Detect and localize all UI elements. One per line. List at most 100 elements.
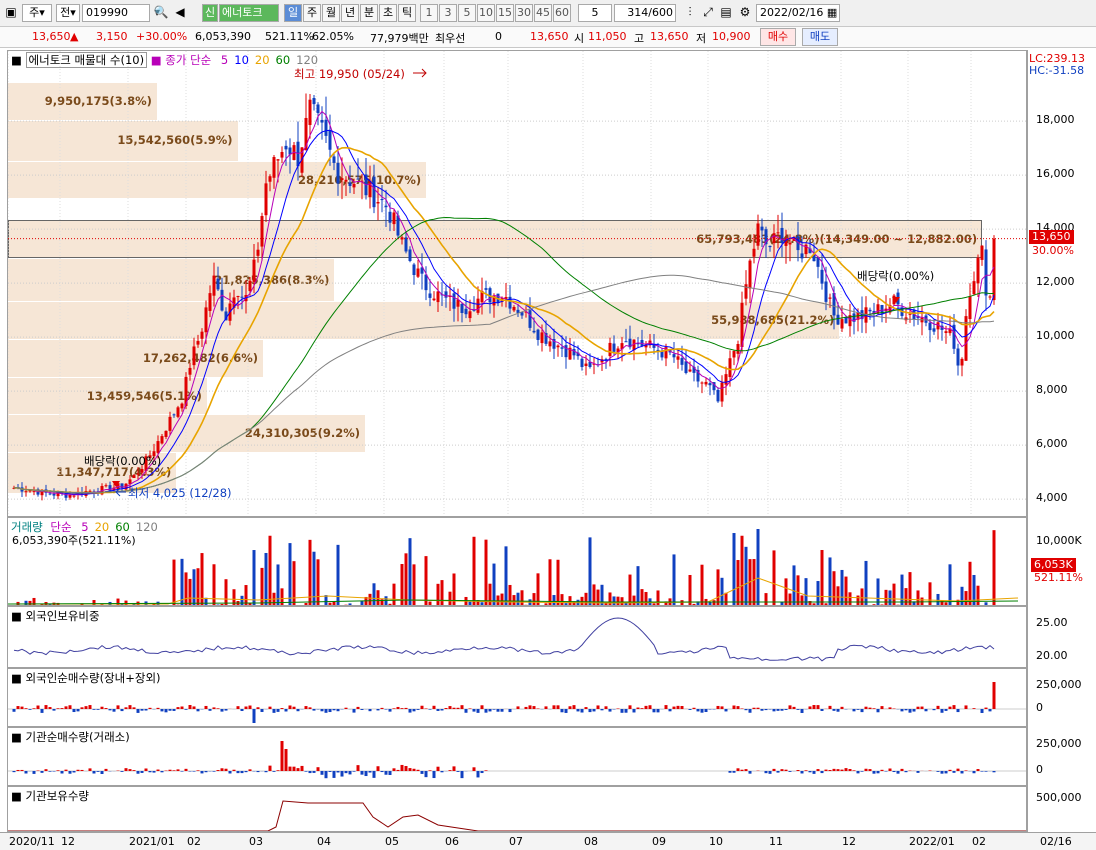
period-tab-0[interactable]: 일 <box>284 4 302 22</box>
foreign-net-bar <box>908 709 912 713</box>
volume-bar <box>672 554 676 605</box>
volume-tick-0: 10,000K <box>1036 534 1082 547</box>
minute-tab-0[interactable]: 1 <box>420 4 438 22</box>
volume-pane[interactable]: 거래량 단순 5 20 60 120 6,053,390주(521.11%) <box>7 517 1027 606</box>
period-tab-2[interactable]: 월 <box>322 4 340 22</box>
period-tab-5[interactable]: 초 <box>379 4 397 22</box>
inst-net-bar <box>300 765 304 771</box>
period-tab-4[interactable]: 분 <box>360 4 378 22</box>
price-tick-5: 8,000 <box>1036 383 1068 397</box>
candle-body <box>284 145 288 150</box>
foreign-net-bar <box>640 708 644 709</box>
unit-select[interactable]: 5 <box>578 4 612 22</box>
foreign-net-bar <box>888 707 892 709</box>
candle-body <box>932 328 936 332</box>
price-pane[interactable]: 9,950,175(3.8%) 15,542,560(5.9%) 28,210,57… <box>7 50 1027 517</box>
volume-bar <box>288 543 292 605</box>
foreign-net-bar <box>532 706 536 709</box>
foreign-net-pane[interactable]: ■ 외국인순매수량(장내+장외) <box>7 668 1027 727</box>
candle-body <box>200 331 204 339</box>
foreign-net-bar <box>948 706 952 709</box>
inst-net-bar <box>196 770 200 771</box>
inst-net-pane[interactable]: ■ 기관순매수량(거래소) <box>7 727 1027 786</box>
candle-body <box>272 157 276 178</box>
minute-tab-2[interactable]: 5 <box>458 4 476 22</box>
x-axis: 2020/11 12 2021/01 02 03 04 05 06 07 08 09 10 11 12 20… <box>0 832 1096 850</box>
candle-body <box>156 441 160 453</box>
inst-net-bar <box>788 771 792 772</box>
candle-body <box>332 156 336 163</box>
period-select[interactable]: 주▾ <box>22 4 52 22</box>
trend-line-icon[interactable]: ⤢ <box>700 4 716 22</box>
toolbar: ▣ 주▾ 전▾ 019990 ▾ 🔍 ◀ 신 에너토크 일주월년분초틱 1351… <box>0 0 1096 27</box>
inst-net-bar <box>780 769 784 771</box>
price-chart[interactable]: 최고 19,950 (05/24) 최저 4,025 (12/28) 배당락(0.0… <box>8 51 1027 517</box>
period-tab-6[interactable]: 틱 <box>398 4 416 22</box>
period-tab-1[interactable]: 주 <box>303 4 321 22</box>
candle-body <box>192 346 196 366</box>
minute-tab-5[interactable]: 30 <box>515 4 533 22</box>
code-input[interactable]: 019990 <box>82 4 150 22</box>
sell-button[interactable]: 매도 <box>802 28 838 46</box>
foreign-net-bar <box>588 709 592 713</box>
foreign-net-bar <box>476 709 480 713</box>
candle-body <box>780 227 784 244</box>
window-icon[interactable]: ▣ <box>3 4 19 22</box>
minute-tab-1[interactable]: 3 <box>439 4 457 22</box>
count-input[interactable]: 314/600 <box>614 4 676 22</box>
volume-bar <box>616 596 620 605</box>
volume-bar <box>636 566 640 605</box>
inst-hold-title: 기관보유수량 <box>25 789 90 803</box>
volume-bar <box>436 583 440 605</box>
speaker-icon[interactable]: ◀ <box>172 4 188 22</box>
gear-icon[interactable]: ⚙ <box>737 4 753 22</box>
foreign-net-bar <box>124 707 128 709</box>
volume-bar <box>424 556 428 605</box>
market-select[interactable]: 전▾ <box>56 4 80 22</box>
candle-body <box>684 361 688 373</box>
foreign-net-bar <box>44 705 48 709</box>
foreign-ratio-chart[interactable] <box>8 607 1027 668</box>
inst-hold-pane[interactable]: ■ 기관보유수량 <box>7 786 1027 832</box>
foreign-ratio-line <box>13 617 995 662</box>
inst-net-chart[interactable] <box>8 728 1027 786</box>
foreign-net-tick-0: 250,000 <box>1036 678 1082 691</box>
date-input[interactable]: 2022/02/16 ▦ <box>756 4 840 22</box>
minute-tab-3[interactable]: 10 <box>477 4 495 22</box>
save-icon[interactable]: ▤ <box>718 4 734 22</box>
period-tab-3[interactable]: 년 <box>341 4 359 22</box>
x-label-15: 02 <box>972 835 986 848</box>
inst-net-bar <box>176 769 180 771</box>
foreign-net-bar <box>692 707 696 709</box>
volume-chart[interactable] <box>8 518 1027 606</box>
x-label-9: 08 <box>584 835 598 848</box>
foreign-net-bar <box>448 706 452 709</box>
foreign-net-bar <box>468 708 472 709</box>
candle-body <box>724 374 728 385</box>
foreign-net-chart[interactable] <box>8 669 1027 727</box>
buy-button[interactable]: 매수 <box>760 28 796 46</box>
foreign-ratio-pane[interactable]: ■ 외국인보유비중 <box>7 606 1027 668</box>
inst-net-bar <box>316 767 320 771</box>
minute-tab-7[interactable]: 60 <box>553 4 571 22</box>
candle-body <box>928 322 932 331</box>
inst-net-bar <box>744 769 748 771</box>
foreign-net-bar <box>240 709 244 712</box>
foreign-net-bar <box>672 706 676 709</box>
minute-tab-4[interactable]: 15 <box>496 4 514 22</box>
minute-tab-6[interactable]: 45 <box>534 4 552 22</box>
inst-net-bar <box>436 766 440 771</box>
volume-bar <box>736 560 740 605</box>
inst-hold-chart[interactable] <box>8 787 1027 832</box>
foreign-net-bar <box>212 707 216 709</box>
inst-net-bar <box>808 771 812 773</box>
foreign-net-bar <box>516 706 520 709</box>
candle-body <box>384 205 388 208</box>
high-value: 13,650 <box>650 30 689 43</box>
foreign-net-bar <box>308 707 312 709</box>
inst-net-bar <box>216 770 220 771</box>
candle-type-icon[interactable]: ⫶ <box>682 4 698 22</box>
search-icon[interactable]: 🔍 <box>152 4 170 22</box>
volume-bar <box>264 552 268 605</box>
inst-net-bar <box>100 771 104 774</box>
